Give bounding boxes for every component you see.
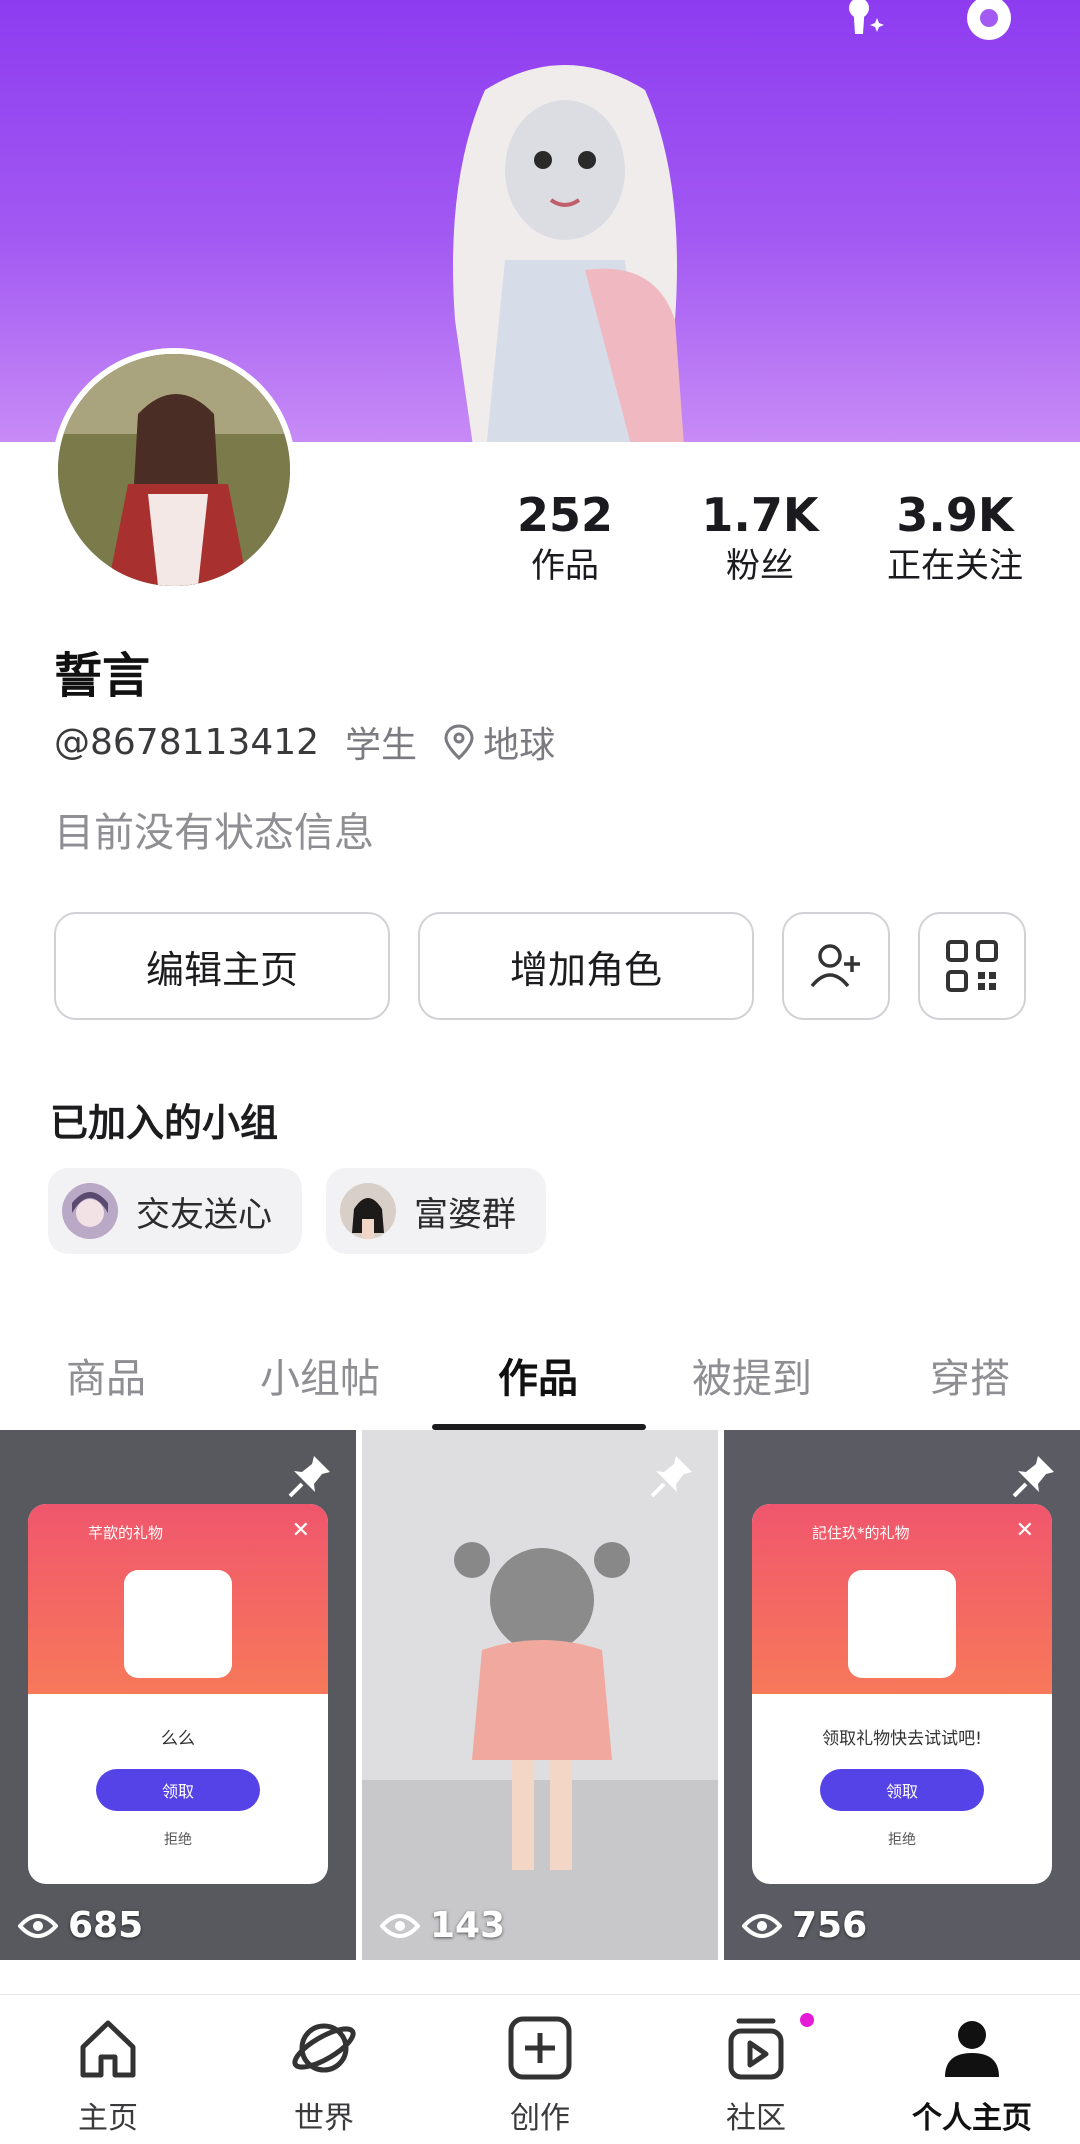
profile-location: 地球 <box>443 716 555 768</box>
tab-products[interactable]: 商品 <box>66 1346 146 1404</box>
gift-popup-screenshot: 記住玖*的礼物 ✕ 领取礼物快去试试吧! 领取 拒绝 <box>752 1504 1052 1884</box>
view-count: 685 <box>18 1905 143 1946</box>
view-count: 756 <box>742 1905 867 1946</box>
content-tabs: 商品 小组帖 作品 被提到 穿搭 <box>0 1320 1080 1430</box>
notification-dot <box>800 2013 814 2027</box>
tab-works[interactable]: 作品 <box>498 1346 578 1404</box>
group-avatar <box>62 1183 118 1239</box>
profile-name: 誓言 <box>54 648 151 704</box>
stat-following[interactable]: 3.9K 正在关注 <box>860 486 1050 588</box>
popup-accept: 领取 <box>820 1769 984 1811</box>
post-card[interactable]: 芊歆的礼物 ✕ 么么 领取 拒绝 685 <box>0 1430 356 1960</box>
group-name: 交友送心 <box>136 1194 272 1235</box>
add-role-button[interactable]: 增加角色 <box>418 912 754 1020</box>
works-grid: 芊歆的礼物 ✕ 么么 领取 拒绝 685 143 記住玖*的礼物 ✕ 领取礼物快… <box>0 1430 1080 1994</box>
tab-outfits[interactable]: 穿搭 <box>930 1346 1010 1404</box>
gift-popup-screenshot: 芊歆的礼物 ✕ 么么 领取 拒绝 <box>28 1504 328 1884</box>
stat-label: 粉丝 <box>726 546 794 586</box>
stat-value: 1.7K <box>701 488 819 542</box>
stat-works[interactable]: 252 作品 <box>470 486 660 588</box>
settings-icon[interactable] <box>952 0 1026 60</box>
pin-icon <box>650 1456 692 1498</box>
nav-world[interactable]: 世界 <box>244 2013 404 2137</box>
view-count-value: 756 <box>792 1905 868 1946</box>
nav-create[interactable]: 创作 <box>460 2013 620 2137</box>
nav-label: 社区 <box>726 2101 786 2136</box>
qr-code-icon <box>946 940 998 992</box>
profile-handle: @8678113412 <box>54 721 320 763</box>
close-icon: ✕ <box>1015 1518 1034 1543</box>
view-count: 143 <box>380 1905 505 1946</box>
person-plus-icon <box>810 944 860 988</box>
bottom-navigation: 主页 世界 创作 社区 个人主页 <box>0 1994 1080 2144</box>
profile-meta: @8678113412 学生 地球 <box>54 716 555 768</box>
eye-icon <box>380 1913 420 1938</box>
person-icon <box>945 2021 999 2077</box>
profile-stats: 252 作品 1.7K 粉丝 3.9K 正在关注 <box>470 486 1050 588</box>
nav-community[interactable]: 社区 <box>676 2013 836 2137</box>
planet-icon <box>292 2023 356 2073</box>
3d-avatar-image <box>453 65 684 442</box>
nav-profile[interactable]: 个人主页 <box>892 2013 1052 2137</box>
nav-label: 个人主页 <box>912 2101 1032 2136</box>
stat-value: 252 <box>516 488 614 542</box>
post-thumbnail <box>362 1430 718 1960</box>
profile-avatar[interactable] <box>52 348 296 592</box>
group-avatar <box>340 1183 396 1239</box>
eye-icon <box>742 1913 782 1938</box>
group-chip[interactable]: 交友送心 <box>48 1168 302 1254</box>
post-card[interactable]: 記住玖*的礼物 ✕ 领取礼物快去试试吧! 领取 拒绝 756 <box>724 1430 1080 1960</box>
popup-message: 么么 <box>161 1729 195 1749</box>
eye-icon <box>18 1913 58 1938</box>
popup-refuse: 拒绝 <box>888 1832 916 1848</box>
profile-occupation: 学生 <box>345 725 418 766</box>
popup-message: 领取礼物快去试试吧! <box>822 1729 982 1749</box>
location-text: 地球 <box>483 725 556 766</box>
nav-label: 主页 <box>78 2101 138 2136</box>
popup-title: 記住玖*的礼物 <box>812 1524 910 1542</box>
profile-status: 目前没有状态信息 <box>54 810 374 856</box>
stat-value: 3.9K <box>896 488 1014 542</box>
joined-groups-title: 已加入的小组 <box>50 1101 279 1145</box>
nav-label: 世界 <box>294 2101 354 2136</box>
home-icon <box>80 2020 136 2078</box>
view-count-value: 143 <box>430 1905 506 1946</box>
add-friend-button[interactable] <box>782 912 890 1020</box>
plus-square-icon <box>508 2016 572 2080</box>
close-icon: ✕ <box>291 1518 310 1543</box>
gift-image <box>848 1570 956 1678</box>
post-card[interactable]: 143 <box>362 1430 718 1960</box>
popup-refuse: 拒绝 <box>164 1832 192 1848</box>
group-name: 富婆群 <box>414 1194 516 1235</box>
popup-accept: 领取 <box>96 1769 260 1811</box>
location-pin-icon <box>444 724 474 760</box>
community-icon <box>728 2018 784 2080</box>
nav-label: 创作 <box>510 2101 570 2136</box>
tab-mentions[interactable]: 被提到 <box>692 1346 812 1404</box>
nav-home[interactable]: 主页 <box>28 2013 188 2137</box>
view-count-value: 685 <box>68 1905 144 1946</box>
popup-title: 芊歆的礼物 <box>88 1524 164 1542</box>
pin-icon <box>288 1456 330 1498</box>
gift-image <box>124 1570 232 1678</box>
qr-code-button[interactable] <box>918 912 1026 1020</box>
group-chip[interactable]: 富婆群 <box>326 1168 546 1254</box>
edit-profile-button[interactable]: 编辑主页 <box>54 912 390 1020</box>
stat-label: 作品 <box>531 546 599 586</box>
pin-icon <box>1012 1456 1054 1498</box>
tab-group-posts[interactable]: 小组帖 <box>260 1346 380 1404</box>
stat-followers[interactable]: 1.7K 粉丝 <box>665 486 855 588</box>
stat-label: 正在关注 <box>887 546 1023 586</box>
magic-wand-icon[interactable] <box>822 0 896 60</box>
